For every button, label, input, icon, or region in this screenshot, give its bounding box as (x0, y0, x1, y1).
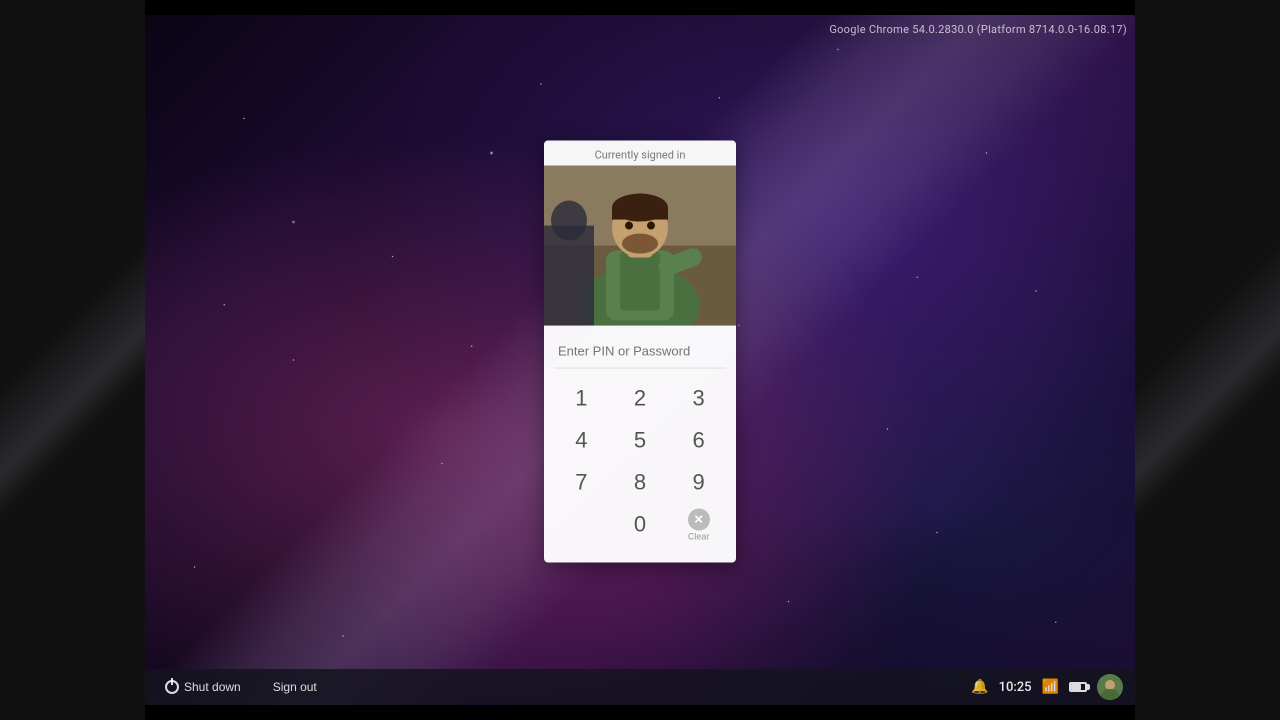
numpad: 1 2 3 4 5 6 7 8 9 0 ✕ Clear (544, 373, 736, 551)
key-9[interactable]: 9 (676, 463, 722, 503)
clear-label: Clear (688, 531, 710, 541)
taskbar-right: 🔔 10:25 📶 (971, 674, 1123, 700)
wifi-icon[interactable]: 📶 (1042, 679, 1059, 695)
device-left-bar (0, 0, 145, 720)
key-0[interactable]: 0 (617, 505, 663, 545)
key-5[interactable]: 5 (617, 421, 663, 461)
profile-photo (544, 166, 736, 326)
numpad-row-3: 7 8 9 (552, 463, 728, 503)
right-glare (1135, 0, 1280, 720)
key-7[interactable]: 7 (558, 463, 604, 503)
sign-out-label: Sign out (273, 680, 317, 694)
taskbar-avatar[interactable] (1097, 674, 1123, 700)
version-info: Google Chrome 54.0.2830.0 (Platform 8714… (829, 23, 1127, 36)
profile-photo-inner (544, 166, 736, 326)
shutdown-icon (165, 680, 179, 694)
screen: Google Chrome 54.0.2830.0 (Platform 8714… (145, 15, 1135, 705)
left-glare (0, 0, 145, 720)
lock-dialog: Currently signed in (544, 141, 736, 563)
clear-icon: ✕ (688, 508, 710, 530)
key-8[interactable]: 8 (617, 463, 663, 503)
shutdown-label: Shut down (184, 680, 241, 694)
profile-svg (544, 166, 736, 326)
numpad-row-1: 1 2 3 (552, 379, 728, 419)
key-2[interactable]: 2 (617, 379, 663, 419)
taskbar-left: Shut down Sign out (157, 676, 971, 698)
clear-button[interactable]: ✕ Clear (676, 505, 722, 545)
avatar-svg (1097, 674, 1123, 700)
device-right-bar (1135, 0, 1280, 720)
battery-fill (1071, 684, 1081, 690)
key-4[interactable]: 4 (558, 421, 604, 461)
battery-icon[interactable] (1069, 682, 1087, 692)
clock: 10:25 (999, 680, 1032, 695)
numpad-row-4: 0 ✕ Clear (552, 505, 728, 545)
shutdown-button[interactable]: Shut down (157, 676, 249, 698)
notification-icon[interactable]: 🔔 (971, 679, 988, 695)
signed-in-label: Currently signed in (544, 141, 736, 166)
pin-input[interactable] (554, 341, 736, 360)
key-6[interactable]: 6 (676, 421, 722, 461)
numpad-row-2: 4 5 6 (552, 421, 728, 461)
sign-out-button[interactable]: Sign out (265, 676, 325, 698)
key-1[interactable]: 1 (558, 379, 604, 419)
pin-input-container[interactable] (554, 334, 726, 369)
taskbar: Shut down Sign out 🔔 10:25 📶 (145, 669, 1135, 705)
key-3[interactable]: 3 (676, 379, 722, 419)
